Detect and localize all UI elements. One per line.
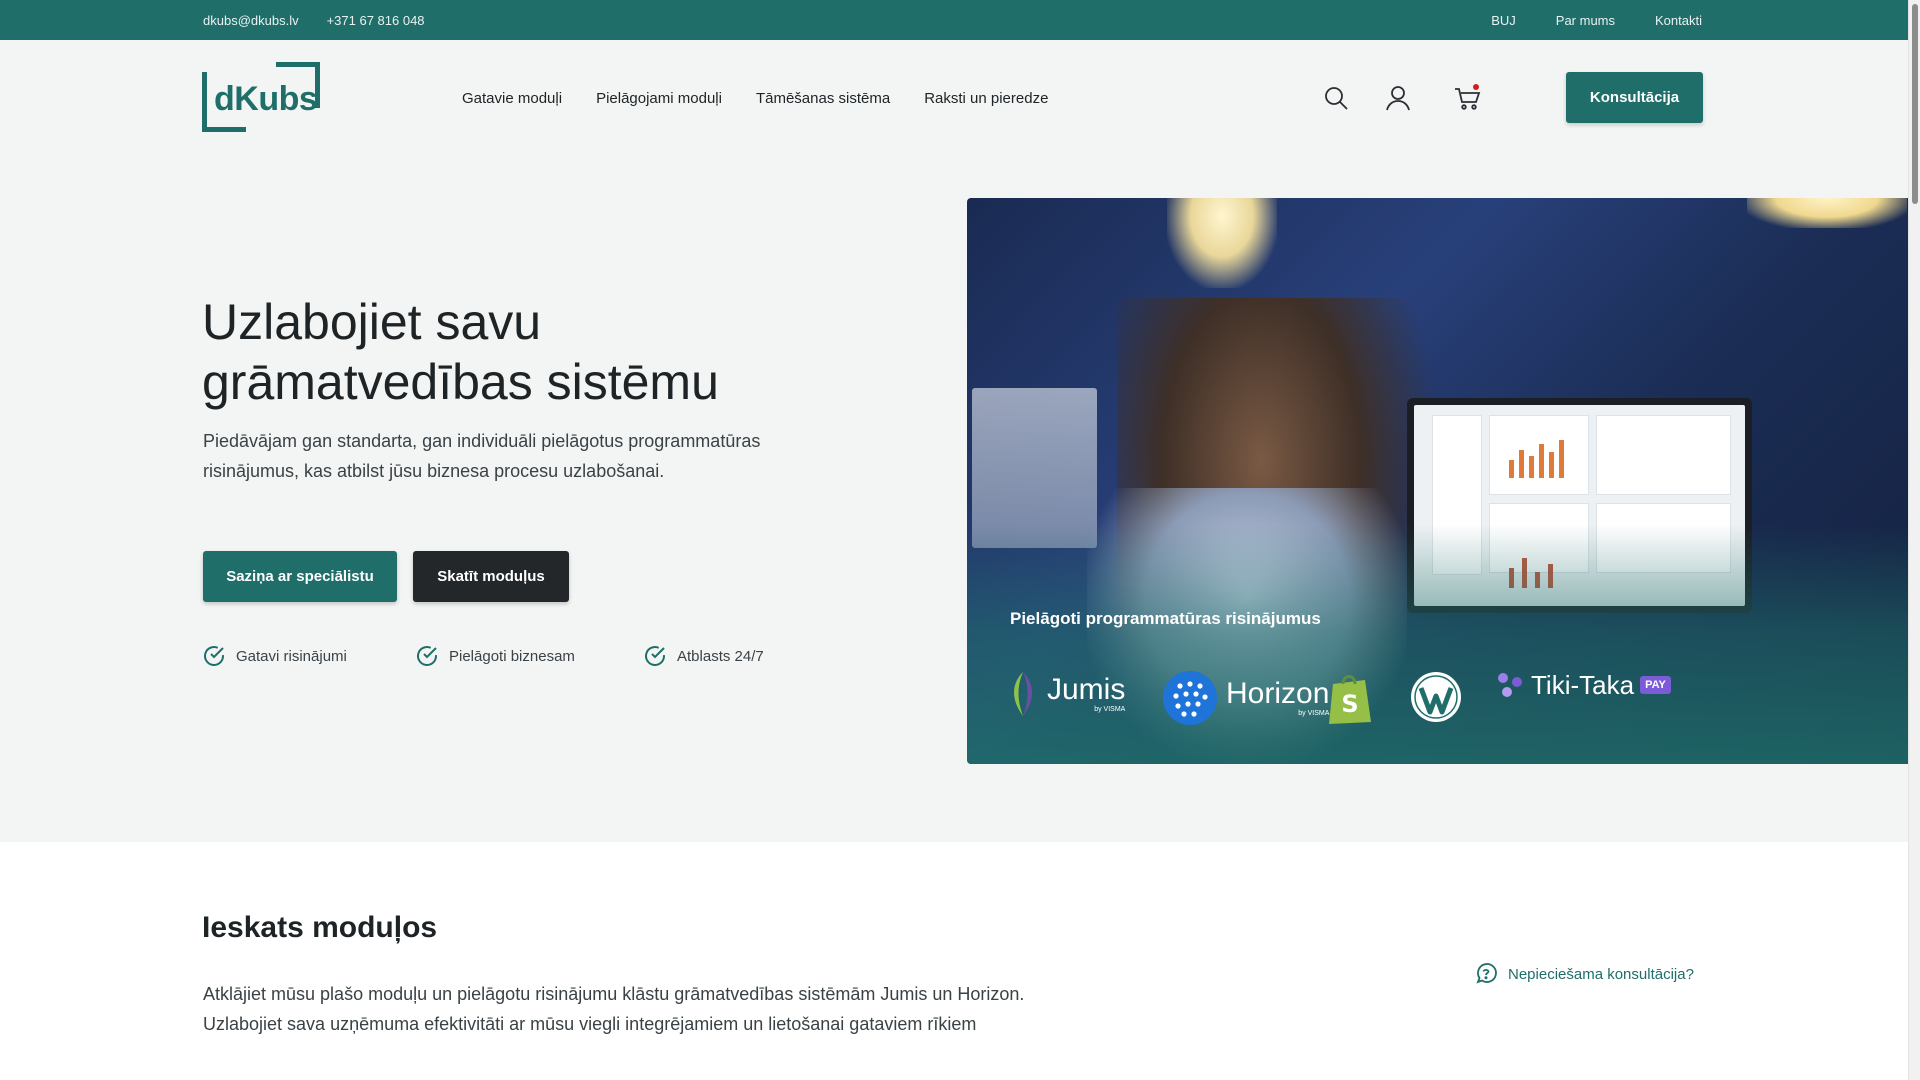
jumis-leaf-icon (1014, 672, 1032, 716)
svg-text:S: S (1341, 690, 1358, 718)
chat-bubble-icon (1476, 963, 1497, 984)
horizon-text: Horizon (1226, 677, 1330, 710)
feature-label: Atblasts 24/7 (677, 647, 764, 665)
hero-image: Pielāgoti programmatūras risinājumus Jum… (967, 198, 1908, 764)
jumis-text: Jumis (1047, 673, 1126, 706)
phone-link[interactable]: +371 67 816 048 (327, 13, 425, 28)
scrollbar-thumb[interactable] (1912, 4, 1918, 204)
feature-label: Gatavi risinājumi (236, 647, 347, 665)
feature-item: Pielāgoti biznesam (415, 644, 575, 668)
top-contact-bar: dkubs@dkubs.lv +371 67 816 048 BUJ Par m… (0, 0, 1908, 40)
consultation-button[interactable]: Konsultācija (1566, 72, 1703, 123)
dashboard-bar (1529, 456, 1534, 478)
horizon-logo: Horizon by VISMA (1162, 670, 1329, 726)
logo-bracket-bottom (202, 127, 246, 132)
logo-text: dKubs (214, 80, 318, 118)
dashboard-bar (1539, 444, 1544, 478)
dashboard-bar (1519, 450, 1524, 478)
nav-item-articles[interactable]: Raksti un pieredze (924, 90, 1048, 107)
topbar-link-contacts[interactable]: Kontakti (1655, 13, 1702, 28)
check-circle-icon (417, 646, 437, 666)
tikitaka-icon (1498, 673, 1522, 697)
topbar-link-faq[interactable]: BUJ (1491, 13, 1516, 28)
horizon-globe-icon (1163, 671, 1217, 725)
logo-bracket-left (202, 72, 214, 132)
jumis-by: by VISMA (1094, 706, 1126, 713)
hero-section: dKubs Gatavie moduļi Pielāgojami moduļi … (0, 40, 1908, 842)
view-modules-button[interactable]: Skatīt moduļus (413, 551, 569, 602)
wordpress-icon (1411, 672, 1461, 722)
shopify-logo: S (1325, 670, 1375, 726)
cart-badge (1473, 84, 1479, 90)
tikitaka-text: Tiki-Taka (1531, 670, 1635, 700)
horizon-by: by VISMA (1298, 710, 1330, 717)
hero-title: Uzlabojiet savu grāmatvedības sistēmu (202, 294, 719, 410)
feature-item: Gatavi risinājumi (202, 644, 347, 668)
check-circle-icon (204, 646, 224, 666)
shopify-bag-icon: S (1329, 675, 1371, 724)
image-caption: Pielāgoti programmatūras risinājumus (1010, 609, 1321, 628)
dashboard-bar (1509, 460, 1514, 478)
main-nav: Gatavie moduļi Pielāgojami moduļi Tāmēša… (462, 90, 1048, 107)
wordpress-logo (1409, 670, 1463, 724)
dashboard-bar (1559, 440, 1564, 478)
cart-icon[interactable] (1453, 84, 1481, 112)
search-icon[interactable] (1322, 84, 1350, 112)
site-logo[interactable]: dKubs (202, 62, 320, 134)
dashboard-bar (1549, 452, 1554, 478)
pay-badge: PAY (1640, 676, 1671, 694)
check-circle-icon (645, 646, 665, 666)
modules-title: Ieskats moduļos (202, 911, 438, 944)
partner-logos: Jumis by VISMA Horizon by VISMA S Tiki-T… (1007, 670, 1887, 730)
lamp-light (1167, 198, 1277, 288)
jumis-logo: Jumis by VISMA (1007, 670, 1125, 718)
consultation-help-link[interactable]: Nepieciešama konsultācija? (1474, 962, 1694, 986)
help-link-label: Nepieciešama konsultācija? (1508, 965, 1694, 983)
hero-subtitle: Piedāvājam gan standarta, gan individuāl… (203, 431, 761, 481)
user-icon[interactable] (1384, 84, 1412, 112)
nav-item-custom-modules[interactable]: Pielāgojami moduļi (596, 90, 722, 107)
tikitaka-logo: Tiki-Taka PAY (1495, 670, 1671, 700)
feature-label: Pielāgoti biznesam (449, 647, 575, 665)
page-scrollbar[interactable] (1908, 0, 1920, 1080)
dashboard-card (1596, 415, 1731, 495)
topbar-link-about[interactable]: Par mums (1556, 13, 1615, 28)
feature-item: Atblasts 24/7 (643, 644, 764, 668)
email-link[interactable]: dkubs@dkubs.lv (203, 13, 299, 28)
lamp-light (1747, 198, 1907, 228)
contact-specialist-button[interactable]: Saziņa ar speciālistu (203, 551, 397, 602)
modules-description: Atklājiet mūsu plašo moduļu un pielāgotu… (203, 984, 1025, 1034)
nav-item-estimation-system[interactable]: Tāmēšanas sistēma (756, 90, 890, 107)
nav-item-ready-modules[interactable]: Gatavie moduļi (462, 90, 562, 107)
